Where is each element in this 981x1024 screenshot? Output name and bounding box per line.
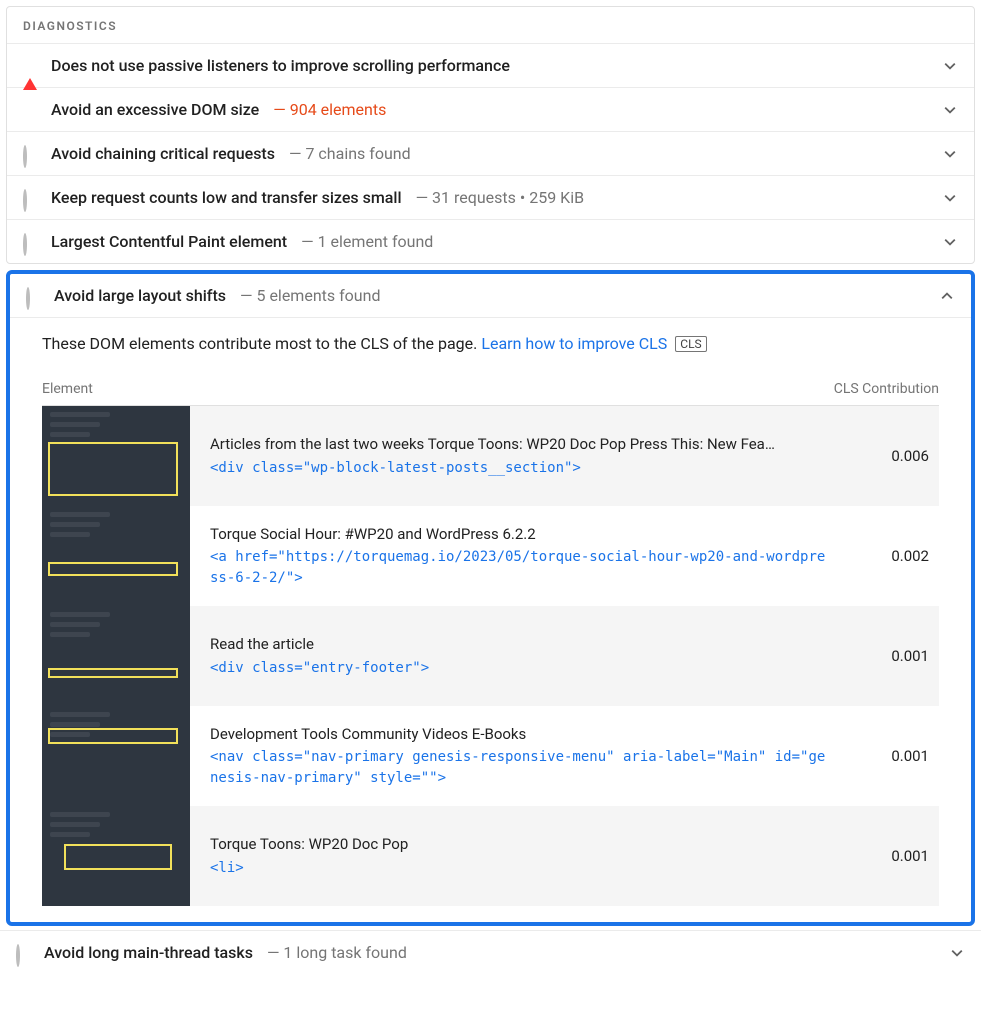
audit-title: Keep request counts low and transfer siz… (51, 188, 402, 207)
chevron-down-icon (942, 58, 958, 74)
audit-description: These DOM elements contribute most to th… (10, 318, 971, 365)
info-icon (23, 147, 37, 161)
table-row[interactable]: Torque Social Hour: #WP20 and WordPress … (42, 506, 939, 606)
table-row[interactable]: Torque Toons: WP20 Doc Pop<li> 0.001 (42, 806, 939, 906)
chevron-down-icon (949, 945, 965, 961)
audit-row-dom-size[interactable]: Avoid an excessive DOM size — 904 elemen… (7, 87, 974, 131)
element-thumbnail[interactable] (42, 506, 190, 606)
cls-value: 0.006 (849, 447, 939, 465)
audit-row-layout-shifts[interactable]: Avoid large layout shifts — 5 elements f… (10, 274, 971, 318)
column-element: Element (42, 381, 809, 397)
audit-row-lcp-element[interactable]: Largest Contentful Paint element — 1 ele… (7, 219, 974, 263)
element-text: Development Tools Community Videos E-Boo… (210, 723, 829, 746)
audit-row-request-counts[interactable]: Keep request counts low and transfer siz… (7, 175, 974, 219)
element-thumbnail[interactable] (42, 406, 190, 506)
table-row[interactable]: Development Tools Community Videos E-Boo… (42, 706, 939, 806)
element-thumbnail[interactable] (42, 806, 190, 906)
element-code: <div class="entry-footer"> (210, 658, 829, 679)
audit-meta: — 7 chains found (289, 144, 411, 163)
chevron-down-icon (942, 190, 958, 206)
chevron-down-icon (942, 146, 958, 162)
chevron-down-icon (942, 234, 958, 250)
section-title: DIAGNOSTICS (7, 7, 974, 43)
element-thumbnail[interactable] (42, 706, 190, 806)
audit-meta: — 31 requests • 259 KiB (416, 188, 585, 207)
audit-meta: — 1 element found (301, 232, 433, 251)
element-code: <nav class="nav-primary genesis-responsi… (210, 747, 829, 789)
fail-icon (23, 59, 37, 73)
cls-contribution-table: Element CLS Contribution Articles from t… (42, 371, 939, 906)
diagnostics-panel: DIAGNOSTICS Does not use passive listene… (6, 6, 975, 264)
audit-title: Largest Contentful Paint element (51, 232, 287, 251)
table-header: Element CLS Contribution (42, 371, 939, 406)
element-description: Torque Toons: WP20 Doc Pop<li> (206, 823, 833, 889)
cls-value: 0.002 (849, 547, 939, 565)
element-code: <li> (210, 858, 829, 879)
cls-value: 0.001 (849, 847, 939, 865)
table-row[interactable]: Articles from the last two weeks Torque … (42, 406, 939, 506)
element-description: Read the article<div class="entry-footer… (206, 623, 833, 689)
element-text: Read the article (210, 633, 829, 656)
audit-title: Avoid an excessive DOM size (51, 100, 259, 119)
element-code: <div class="wp-block-latest-posts__secti… (210, 458, 829, 479)
element-text: Torque Toons: WP20 Doc Pop (210, 833, 829, 856)
audit-expanded-layout-shifts: Avoid large layout shifts — 5 elements f… (6, 270, 975, 926)
cls-badge: CLS (675, 336, 706, 352)
audit-title: Avoid large layout shifts (54, 286, 226, 305)
audit-title: Avoid chaining critical requests (51, 144, 275, 163)
info-icon (23, 191, 37, 205)
chevron-up-icon (939, 288, 955, 304)
average-icon (23, 103, 37, 117)
element-thumbnail[interactable] (42, 606, 190, 706)
audit-meta: — 904 elements (273, 100, 386, 119)
info-icon (26, 289, 40, 303)
audit-row-long-tasks[interactable]: Avoid long main-thread tasks — 1 long ta… (0, 930, 981, 974)
element-description: Articles from the last two weeks Torque … (206, 423, 833, 489)
description-text: These DOM elements contribute most to th… (42, 334, 481, 353)
element-code: <a href="https://torquemag.io/2023/05/to… (210, 547, 829, 589)
column-value: CLS Contribution (809, 381, 939, 397)
cls-value: 0.001 (849, 647, 939, 665)
table-row[interactable]: Read the article<div class="entry-footer… (42, 606, 939, 706)
audit-title: Avoid long main-thread tasks (44, 943, 253, 962)
chevron-down-icon (942, 102, 958, 118)
element-description: Development Tools Community Videos E-Boo… (206, 713, 833, 800)
cls-value: 0.001 (849, 747, 939, 765)
info-icon (23, 235, 37, 249)
audit-title: Does not use passive listeners to improv… (51, 56, 510, 75)
audit-row-critical-chains[interactable]: Avoid chaining critical requests — 7 cha… (7, 131, 974, 175)
learn-more-link[interactable]: Learn how to improve CLS (481, 334, 667, 353)
element-description: Torque Social Hour: #WP20 and WordPress … (206, 513, 833, 600)
element-text: Articles from the last two weeks Torque … (210, 433, 829, 456)
audit-meta: — 1 long task found (267, 943, 407, 962)
element-text: Torque Social Hour: #WP20 and WordPress … (210, 523, 829, 546)
info-icon (16, 946, 30, 960)
audit-row-passive-listeners[interactable]: Does not use passive listeners to improv… (7, 43, 974, 87)
audit-meta: — 5 elements found (240, 286, 380, 305)
